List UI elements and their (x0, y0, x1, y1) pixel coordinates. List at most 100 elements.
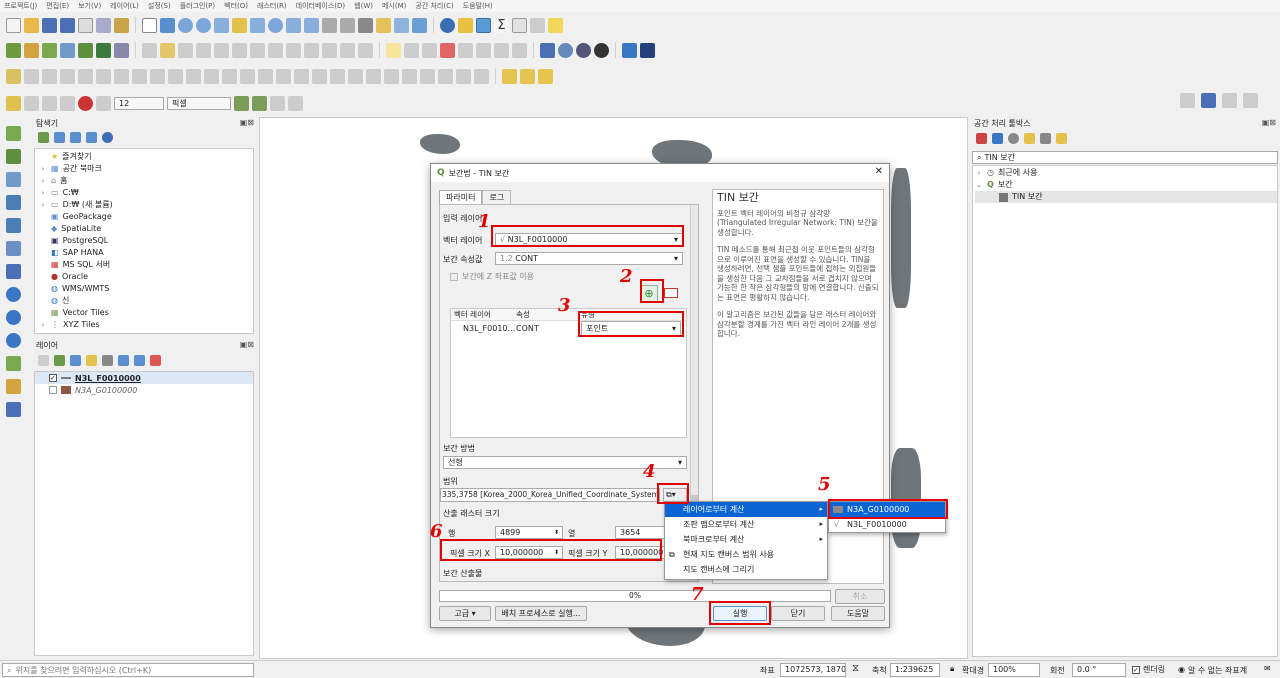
dig-e-icon[interactable] (96, 68, 111, 84)
dig-f-icon[interactable] (114, 68, 129, 84)
help-button[interactable]: 도움말 (831, 606, 885, 621)
coord-field[interactable]: 1072573, 1870044 (780, 663, 846, 677)
deselect-icon[interactable] (538, 68, 553, 84)
scripts-icon[interactable] (992, 133, 1003, 144)
dig-x-icon[interactable] (438, 68, 453, 84)
add-wfs-icon[interactable] (5, 333, 21, 348)
redo-icon[interactable] (358, 42, 373, 58)
menu-item[interactable]: 프로젝트(J) (4, 1, 37, 11)
browser-item[interactable]: › ⋮ XYZ Tiles (39, 319, 253, 331)
snap-d-icon[interactable] (96, 95, 111, 111)
add-spatialite-icon[interactable] (5, 218, 21, 233)
dig-r-icon[interactable] (330, 68, 345, 84)
new-map-view-icon[interactable] (322, 17, 337, 33)
dig-y-icon[interactable] (456, 68, 471, 84)
crs-button[interactable]: ◉ 알 수 없는 좌표계 (1178, 665, 1247, 676)
batch-button[interactable]: 배치 프로세스로 실행... (495, 606, 587, 621)
style-manager-icon[interactable] (114, 17, 129, 33)
edit-features-icon[interactable] (1040, 133, 1051, 144)
zoom-native-icon[interactable] (268, 17, 283, 33)
new-project-icon[interactable] (6, 17, 21, 33)
cancel-button[interactable]: 취소 (835, 589, 885, 604)
browser-item[interactable]: ▦ MS SQL 서버 (39, 259, 253, 271)
browser-item[interactable]: ◍ WMS/WMTS (39, 283, 253, 295)
delete-layer-icon[interactable] (150, 355, 161, 366)
data-source-manager-icon[interactable] (6, 42, 21, 58)
snap-icon[interactable] (6, 95, 21, 111)
tab-log[interactable]: 로그 (482, 190, 512, 204)
cut-icon[interactable] (286, 42, 301, 58)
info-icon[interactable] (102, 132, 113, 143)
label-7-icon[interactable] (494, 42, 509, 58)
results-icon[interactable] (1024, 133, 1035, 144)
filter-layer-icon[interactable] (86, 355, 97, 366)
label-8-icon[interactable] (512, 42, 527, 58)
open-project-icon[interactable] (24, 17, 39, 33)
dig-z-icon[interactable] (474, 68, 489, 84)
snap-f-icon[interactable] (288, 95, 303, 111)
vertex-tool-icon[interactable] (232, 42, 247, 58)
add-table-icon[interactable] (5, 402, 21, 417)
label-5-icon[interactable] (458, 42, 473, 58)
dig-d-icon[interactable] (78, 68, 93, 84)
dig-u-icon[interactable] (384, 68, 399, 84)
menu-item[interactable]: 메시(M) (382, 1, 406, 11)
expand-icon[interactable]: › (39, 187, 47, 199)
rotation-field[interactable]: 0.0 ° (1072, 663, 1126, 677)
collapse-icon[interactable] (86, 132, 97, 143)
options-icon[interactable] (1056, 133, 1067, 144)
refresh-icon[interactable] (412, 17, 427, 33)
expand-icon[interactable] (102, 355, 113, 366)
expand-icon[interactable]: › (39, 319, 47, 331)
layer-row[interactable]: N3A_G0100000 (35, 384, 253, 396)
dig-j-icon[interactable] (186, 68, 201, 84)
globe-icon[interactable] (558, 42, 573, 58)
pencil-icon[interactable] (160, 42, 175, 58)
dig-t-icon[interactable] (366, 68, 381, 84)
advanced-button[interactable]: 고급 ▾ (439, 606, 491, 621)
zoom-next-icon[interactable] (304, 17, 319, 33)
layers-close-icon[interactable]: ▣⊠ (240, 340, 254, 349)
add-wms-icon[interactable] (5, 287, 21, 302)
pan-icon[interactable] (142, 17, 157, 33)
locator-input[interactable]: ⌕ 위치를 찾으려면 입력하십시오 (Ctrl+K) (2, 663, 254, 677)
submenu-item-line[interactable]: √ N3L_F0010000 (829, 517, 945, 532)
rt-b-icon[interactable] (1201, 93, 1216, 108)
menu-item-from-layer[interactable]: 레이어로부터 계산 ▸ (665, 502, 827, 517)
new-layer-icon[interactable] (5, 379, 21, 394)
add-selected-icon[interactable] (38, 132, 49, 143)
attribute-table-icon[interactable] (512, 17, 527, 33)
sum-icon[interactable]: Σ (494, 17, 509, 33)
bookmark-icon[interactable] (376, 17, 391, 33)
browser-item[interactable]: › ▭ C:₩ (39, 187, 253, 199)
new-geopackage-icon[interactable] (24, 42, 39, 58)
save-edits-icon[interactable] (178, 42, 193, 58)
dig-g-icon[interactable] (132, 68, 147, 84)
snap-a-icon[interactable] (24, 95, 39, 111)
select-expr-icon[interactable] (520, 68, 535, 84)
menu-item[interactable]: 설정(S) (148, 1, 171, 11)
browser-item[interactable]: ★ 즐겨찾기 (39, 151, 253, 163)
temporal-icon[interactable] (358, 17, 373, 33)
extent-field[interactable]: 335,3758 [Korea_2000_Korea_Unified_Coord… (440, 488, 660, 502)
render-checkbox[interactable]: ✓ 렌더링 (1132, 664, 1165, 675)
scale-field[interactable]: 1:239625 (890, 663, 940, 677)
globe-3-icon[interactable] (594, 42, 609, 58)
delete-icon[interactable] (268, 42, 283, 58)
style-icon[interactable] (38, 355, 49, 366)
expand-icon[interactable]: › (39, 175, 47, 187)
snap-unit-select[interactable]: 픽셀 (167, 96, 231, 110)
dig-n-icon[interactable] (258, 68, 273, 84)
dig-w-icon[interactable] (420, 68, 435, 84)
add-vector-icon[interactable] (42, 42, 57, 58)
digitize-icon[interactable] (196, 42, 211, 58)
menu-item[interactable]: 도움말(H) (463, 1, 493, 11)
zoom-in-icon[interactable] (178, 17, 193, 33)
dig-v-icon[interactable] (402, 68, 417, 84)
layer-checkbox[interactable]: ✓ (49, 374, 57, 382)
interp-attr-select[interactable]: 1.2 CONT ▾ (495, 252, 683, 265)
browser-item[interactable]: ▣ GeoPackage (39, 211, 253, 223)
python-icon[interactable] (622, 42, 637, 58)
undo-icon[interactable] (340, 42, 355, 58)
dig-s-icon[interactable] (348, 68, 363, 84)
